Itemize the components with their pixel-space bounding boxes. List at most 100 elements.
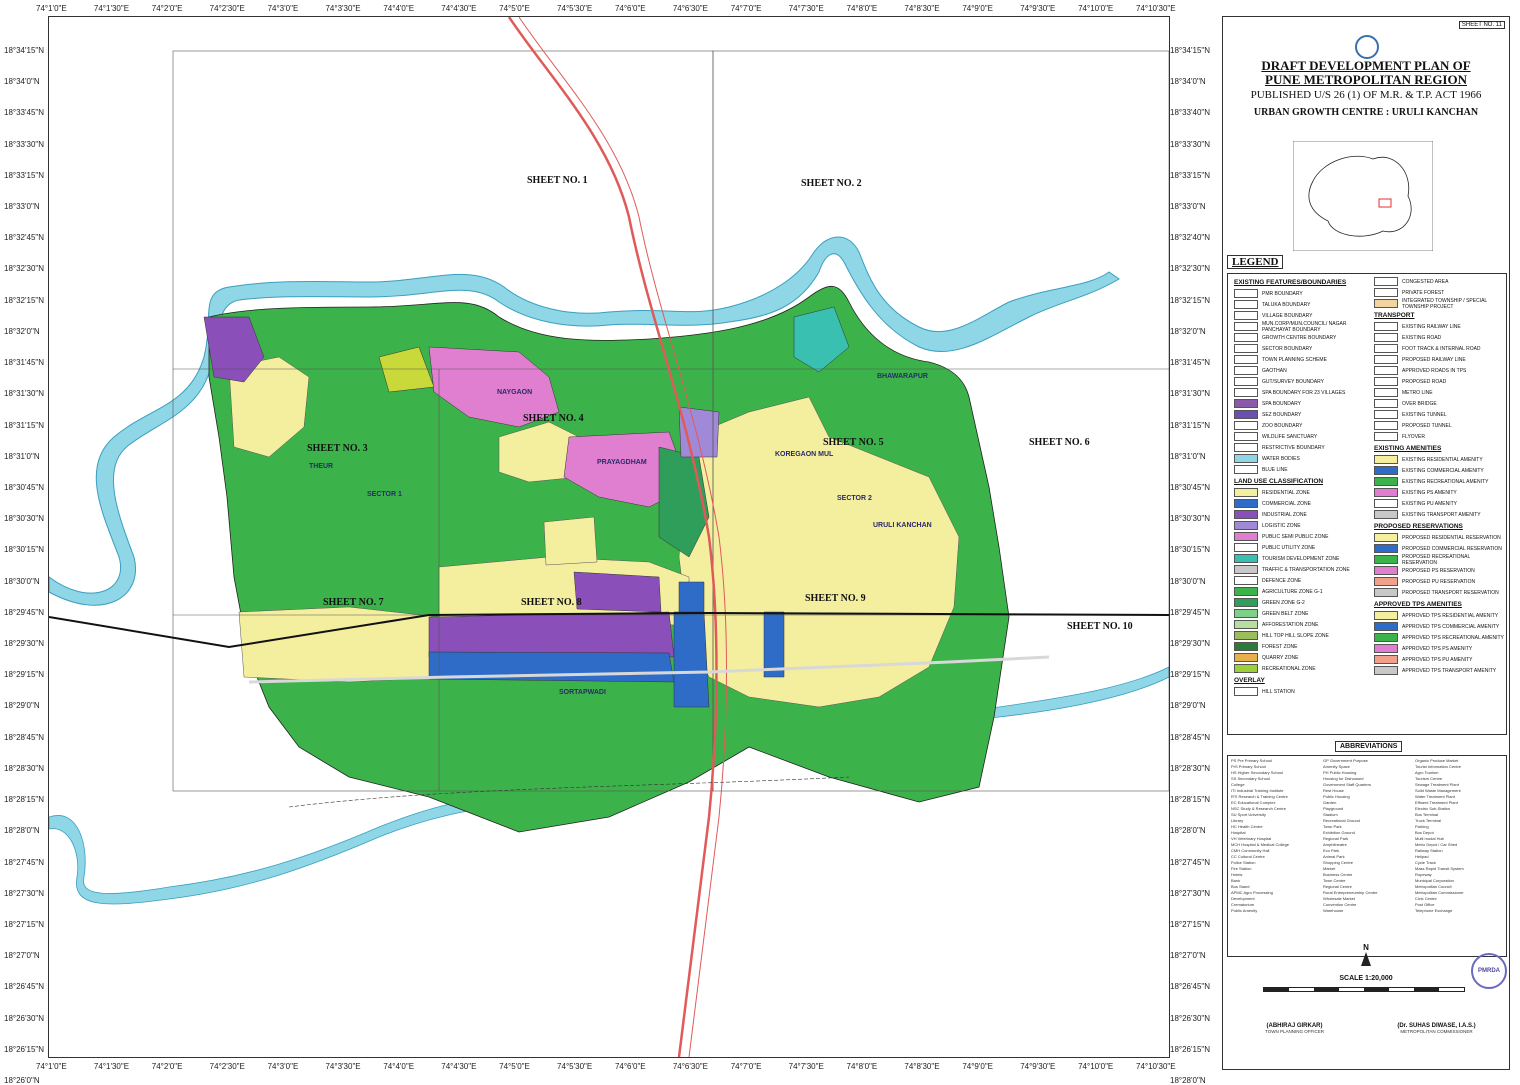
legend-label: FLYOVER [1402,433,1425,440]
coordinate-label: 18°34'0"N [4,77,40,87]
location-inset-map[interactable] [1293,141,1433,251]
legend-label: COMMERCIAL ZONE [1262,500,1311,507]
legend-label: SPA BOUNDARY FOR 23 VILLAGES [1262,389,1346,396]
sheet-label-3[interactable]: SHEET NO. 3 [307,443,368,454]
legend-label: QUARRY ZONE [1262,654,1299,661]
sheet-label-4[interactable]: SHEET NO. 4 [523,413,584,424]
coordinate-label: 18°26'30"N [4,1013,45,1023]
industrial-zone-south [428,611,675,658]
coordinate-label: 74°2'0"E [151,1062,183,1071]
map-frame[interactable]: SHEET NO. 1 SHEET NO. 2 SHEET NO. 3 SHEE… [48,16,1170,1058]
legend-item: APPROVED TPS TRANSPORT AMENITY [1370,665,1506,676]
legend-swatch [1374,655,1398,664]
legend-label: WATER BODIES [1262,455,1300,462]
legend-item: PROPOSED RECREATIONAL RESERVATION [1370,554,1506,566]
sheet-label-6[interactable]: SHEET NO. 6 [1029,437,1090,448]
coordinate-label: 74°3'30"E [325,1062,361,1071]
legend-swatch [1374,322,1398,331]
signature-block-1: (ABHIRAJ GIRKAR) TOWN PLANNING OFFICER [1227,997,1362,1034]
coordinate-label: 74°9'30"E [1020,1062,1056,1071]
legend-item: SPA BOUNDARY FOR 23 VILLAGES [1230,387,1366,398]
legend-swatch [1374,577,1398,586]
legend-label: TOURISM DEVELOPMENT ZONE [1262,555,1340,562]
coordinate-label: 74°10'30"E [1136,1062,1176,1071]
legend-label: SPA BOUNDARY [1262,400,1301,407]
coordinate-label: 74°7'0"E [730,4,762,13]
legend-swatch [1234,554,1258,563]
legend-swatch [1234,410,1258,419]
legend-item: PUBLIC UTILITY ZONE [1230,542,1366,553]
legend-item: LOGISTIC ZONE [1230,520,1366,531]
coordinate-label: 18°31'30"N [4,389,45,399]
coordinate-label: 18°32'0"N [4,326,40,336]
legend-item: OVER BRIDGE [1370,398,1506,409]
legend-item: PROPOSED RAILWAY LINE [1370,354,1506,365]
legend-left-column: EXISTING FEATURES/BOUNDARIES PMR BOUNDARY… [1230,276,1366,697]
legend-label: GAOTHAN [1262,367,1287,374]
coordinate-label: 18°27'0"N [1170,951,1206,961]
legend-label: APPROVED TPS PS AMENITY [1402,645,1473,652]
title-line-2: PUNE METROPOLITAN REGION [1265,72,1467,87]
legend-item: EXISTING RECREATIONAL AMENITY [1370,476,1506,487]
legend-swatch [1234,322,1258,331]
legend-item: EXISTING RAILWAY LINE [1370,321,1506,332]
coordinate-label: 74°3'30"E [325,4,361,13]
legend-item: ZOO BOUNDARY [1230,420,1366,431]
residential-zone-west [238,606,450,683]
coordinate-label: 18°32'15"N [4,295,45,305]
abbr-column-2: GP Government Purpose Amenity Space PH Pub… [1323,758,1411,914]
coordinate-label: 18°30'0"N [4,576,40,586]
legend-swatch [1234,687,1258,696]
coordinate-label: 18°34'0"N [1170,77,1206,87]
legend-swatch [1234,488,1258,497]
sheet-label-10[interactable]: SHEET NO. 10 [1067,621,1133,632]
legend-item: HILL STATION [1230,686,1366,697]
legend-item: RESIDENTIAL ZONE [1230,487,1366,498]
scale-label: SCALE 1:20,000 [1339,975,1393,982]
legend-item: PUBLIC SEMI PUBLIC ZONE [1230,531,1366,542]
coordinate-label: 74°10'0"E [1078,1062,1114,1071]
pmrda-stamp-icon: PMRDA [1471,953,1507,989]
legend-swatch [1234,388,1258,397]
place-label-sector1: SECTOR 1 [367,491,402,498]
coordinate-label: 18°30'15"N [4,545,45,555]
legend-section-heading: PROPOSED RESERVATIONS [1374,523,1463,530]
coordinate-label: 18°27'45"N [1170,857,1211,867]
legend-item: SEZ BOUNDARY [1230,409,1366,420]
coordinate-label: 18°29'45"N [4,607,45,617]
map-canvas[interactable] [49,17,1169,1057]
legend-item: EXISTING TUNNEL [1370,409,1506,420]
legend-label: MUN.CORP/MUN.COUNCIL/ NAGAR PANCHAYAT BO… [1262,320,1347,333]
legend-section-heading: LAND USE CLASSIFICATION [1234,478,1324,485]
coordinate-label: 74°9'0"E [962,1062,994,1071]
coordinate-label: 18°31'0"N [1170,451,1206,461]
coordinate-label: 18°30'15"N [1170,545,1211,555]
sheet-label-8[interactable]: SHEET NO. 8 [521,597,582,608]
legend-label: EXISTING COMMERCIAL AMENITY [1402,467,1484,474]
coordinate-label: 18°30'45"N [4,482,45,492]
coordinate-label: 18°26'30"N [1170,1013,1211,1023]
legend-item: APPROVED ROADS IN TPS [1370,365,1506,376]
coordinate-label: 74°6'30"E [672,4,708,13]
sheet-label-2[interactable]: SHEET NO. 2 [801,178,862,189]
legend-label: APPROVED TPS PU AMENITY [1402,656,1473,663]
legend-swatch [1234,289,1258,298]
legend-swatch [1234,454,1258,463]
sheet-label-9[interactable]: SHEET NO. 9 [805,593,866,604]
legend-swatch [1374,377,1398,386]
coordinate-label: 18°30'30"N [1170,514,1211,524]
sheet-label-7[interactable]: SHEET NO. 7 [323,597,384,608]
legend-item: RESTRICTIVE BOUNDARY [1230,442,1366,453]
sheet-label-5[interactable]: SHEET NO. 5 [823,437,884,448]
legend-swatch [1234,565,1258,574]
legend-label: INDUSTRIAL ZONE [1262,511,1307,518]
coordinate-label: 18°33'0"N [1170,202,1206,212]
legend-swatch [1374,555,1398,564]
legend-item: APPROVED TPS RECREATIONAL AMENITY [1370,632,1506,643]
sheet-label-1[interactable]: SHEET NO. 1 [527,175,588,186]
legend-label: DEFENCE ZONE [1262,577,1302,584]
abbreviation-entry: Telephone Exchange [1415,908,1453,913]
abbreviations-box: PS Pre Primary School PrS Primary School H… [1227,755,1507,957]
legend-swatch [1234,344,1258,353]
legend-swatch [1374,455,1398,464]
